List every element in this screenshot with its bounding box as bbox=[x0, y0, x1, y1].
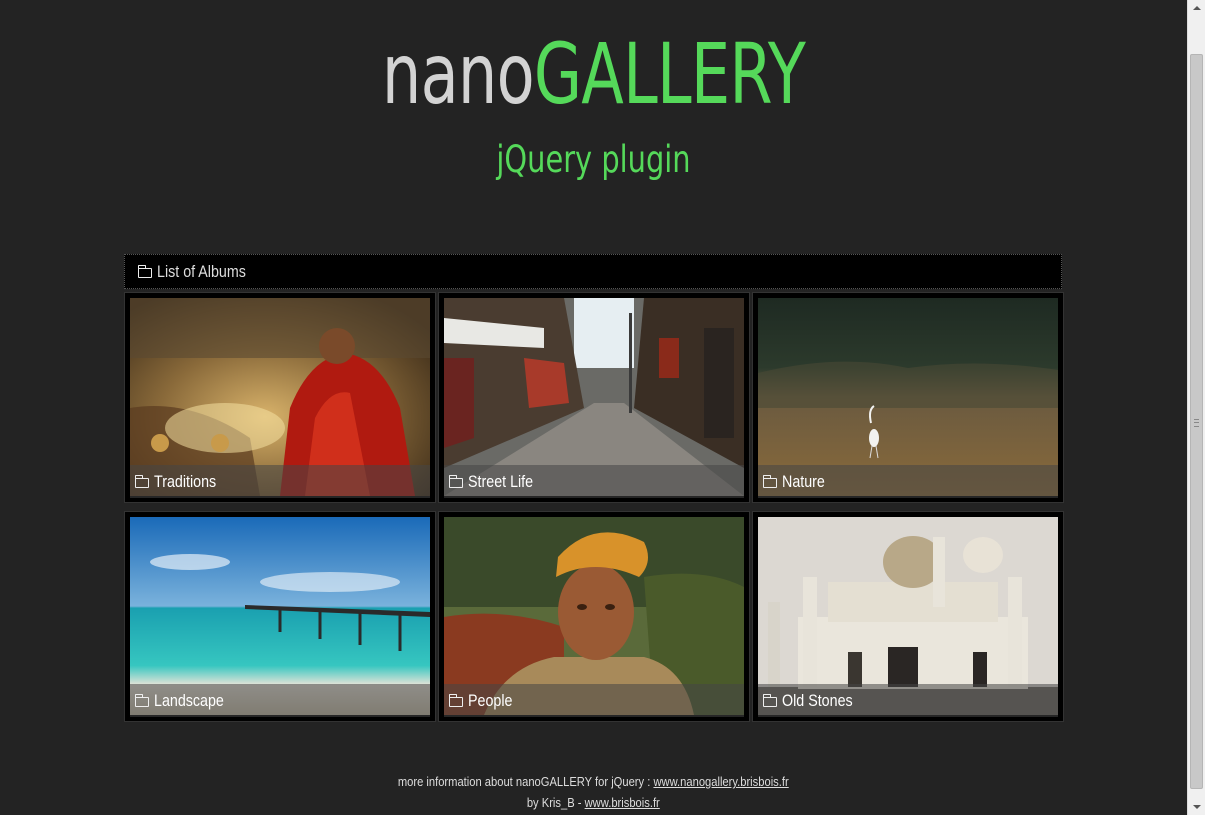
footer-text: more information about nanoGALLERY for j… bbox=[398, 774, 654, 789]
breadcrumb[interactable]: List of Albums bbox=[124, 254, 1062, 289]
page: nanoGALLERY jQuery plugin List of Albums bbox=[0, 0, 1187, 815]
footer-line-2: by Kris_B - www.brisbois.fr bbox=[0, 795, 1187, 810]
footer-link-nanogallery[interactable]: www.nanogallery.brisbois.fr bbox=[654, 774, 789, 789]
album-nature[interactable]: Nature bbox=[752, 292, 1064, 503]
page-subtitle: jQuery plugin bbox=[496, 138, 691, 181]
album-caption[interactable]: Landscape bbox=[130, 684, 430, 717]
album-people[interactable]: People bbox=[438, 511, 750, 722]
album-label[interactable]: Old Stones bbox=[782, 691, 853, 711]
album-caption[interactable]: Nature bbox=[758, 465, 1058, 498]
album-label[interactable]: Nature bbox=[782, 472, 825, 492]
album-caption[interactable]: Street Life bbox=[444, 465, 744, 498]
scroll-up-arrow-icon[interactable] bbox=[1188, 0, 1205, 17]
vertical-scrollbar[interactable] bbox=[1187, 0, 1205, 815]
folder-icon bbox=[137, 264, 152, 278]
album-old-stones[interactable]: Old Stones bbox=[752, 511, 1064, 722]
album-traditions[interactable]: Traditions bbox=[124, 292, 436, 503]
footer-link-brisbois[interactable]: www.brisbois.fr bbox=[585, 795, 660, 810]
scroll-down-arrow-icon[interactable] bbox=[1188, 798, 1205, 815]
album-street-life[interactable]: Street Life bbox=[438, 292, 750, 503]
folder-icon bbox=[448, 474, 463, 488]
breadcrumb-label[interactable]: List of Albums bbox=[157, 262, 246, 282]
title-nano: nano bbox=[381, 25, 535, 123]
folder-icon bbox=[762, 474, 777, 488]
album-caption[interactable]: People bbox=[444, 684, 744, 717]
footer-credit: by Kris_B - bbox=[527, 795, 585, 810]
page-title: nanoGALLERY bbox=[154, 22, 1032, 126]
folder-icon bbox=[762, 693, 777, 707]
album-landscape[interactable]: Landscape bbox=[124, 511, 436, 722]
album-label[interactable]: Landscape bbox=[154, 691, 224, 711]
album-caption[interactable]: Traditions bbox=[130, 465, 430, 498]
scroll-thumb[interactable] bbox=[1190, 54, 1203, 789]
title-gallery: GALLERY bbox=[533, 25, 806, 123]
album-label[interactable]: People bbox=[468, 691, 512, 711]
folder-icon bbox=[134, 693, 149, 707]
grip-icon bbox=[1194, 419, 1199, 427]
album-label[interactable]: Street Life bbox=[468, 472, 533, 492]
folder-icon bbox=[134, 474, 149, 488]
footer-line-1: more information about nanoGALLERY for j… bbox=[0, 774, 1187, 789]
album-caption[interactable]: Old Stones bbox=[758, 684, 1058, 717]
folder-icon bbox=[448, 693, 463, 707]
album-label[interactable]: Traditions bbox=[154, 472, 216, 492]
